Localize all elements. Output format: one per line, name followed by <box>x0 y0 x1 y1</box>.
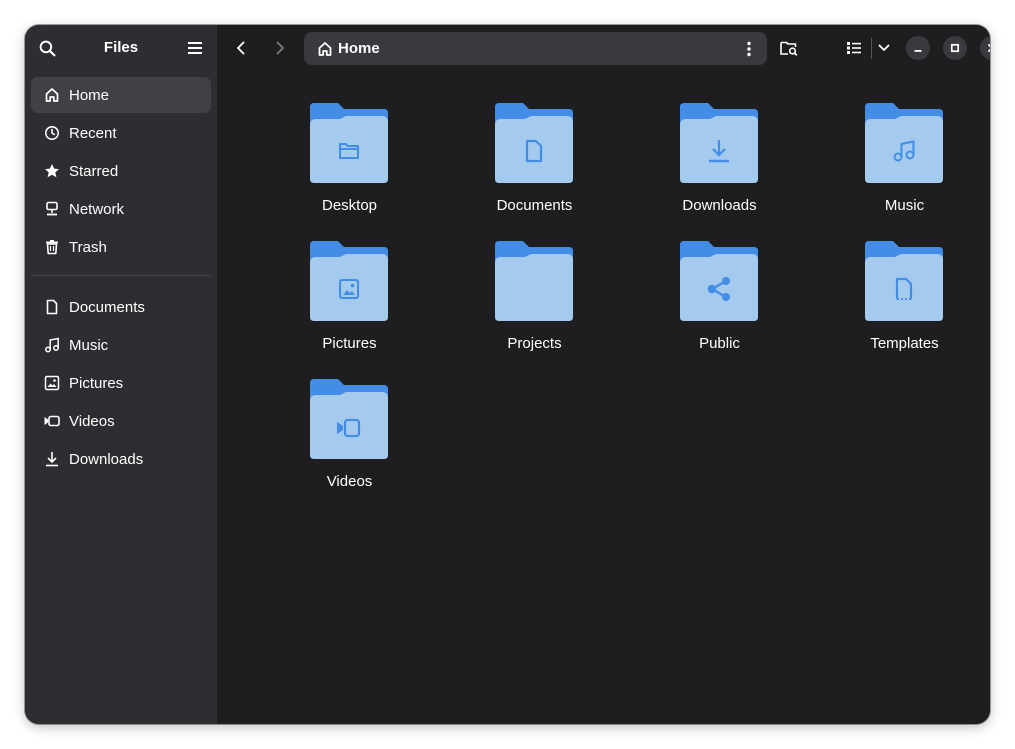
sidebar-item-music[interactable]: Music <box>31 327 211 363</box>
back-button[interactable] <box>224 31 258 65</box>
sidebar: Files Home Recent Starred Network Trash … <box>25 25 217 724</box>
folder-name: Projects <box>507 335 562 352</box>
folder-music[interactable]: Music <box>812 25 990 214</box>
folder-name: Templates <box>870 335 939 352</box>
file-manager-window: Files Home Recent Starred Network Trash … <box>25 25 990 724</box>
sidebar-item-label: Recent <box>69 124 117 142</box>
folder-videos[interactable]: Videos <box>257 301 442 490</box>
folder-name: Public <box>699 335 740 352</box>
music-icon <box>44 337 60 353</box>
sidebar-item-label: Downloads <box>69 450 144 468</box>
video-icon <box>44 413 60 429</box>
folder-templates[interactable]: Templates <box>812 163 990 352</box>
sidebar-item-network[interactable]: Network <box>31 191 211 227</box>
network-icon <box>44 201 60 217</box>
folder-pictures[interactable]: Pictures <box>257 163 442 352</box>
folder-name: Videos <box>326 473 373 490</box>
sidebar-divider <box>31 275 211 276</box>
home-icon <box>44 87 60 103</box>
sidebar-item-trash[interactable]: Trash <box>31 229 211 265</box>
main-menu-button[interactable] <box>178 31 212 65</box>
chevron-left-icon <box>237 41 245 55</box>
folder-public[interactable]: Public <box>627 163 812 352</box>
folder-downloads[interactable]: Downloads <box>627 25 812 214</box>
sidebar-header: Files <box>25 25 217 71</box>
star-icon <box>44 163 60 179</box>
hamburger-menu-icon <box>188 42 202 54</box>
sidebar-item-label: Music <box>69 336 109 354</box>
sidebar-item-downloads[interactable]: Downloads <box>31 441 211 477</box>
sidebar-item-label: Home <box>69 86 110 104</box>
trash-icon <box>44 239 60 255</box>
main-view: Home Desktop Documents Downloads Music P… <box>217 25 990 724</box>
folder-desktop[interactable]: Desktop <box>257 25 442 214</box>
folder-icon <box>310 379 388 459</box>
sidebar-item-starred[interactable]: Starred <box>31 153 211 189</box>
sidebar-item-label: Trash <box>69 238 107 256</box>
folder-documents[interactable]: Documents <box>442 25 627 214</box>
download-icon <box>44 451 60 467</box>
sidebar-item-pictures[interactable]: Pictures <box>31 365 211 401</box>
folder-icon <box>865 241 943 321</box>
sidebar-item-label: Starred <box>69 162 119 180</box>
sidebar-item-label: Pictures <box>69 374 124 392</box>
folder-icon <box>680 241 758 321</box>
sidebar-item-home[interactable]: Home <box>31 77 211 113</box>
sidebar-item-label: Documents <box>69 298 145 316</box>
sidebar-item-videos[interactable]: Videos <box>31 403 211 439</box>
sidebar-item-label: Videos <box>69 412 115 430</box>
sidebar-item-label: Network <box>69 200 125 218</box>
sidebar-item-documents[interactable]: Documents <box>31 289 211 325</box>
sidebar-places: Home Recent Starred Network Trash Docume… <box>31 77 211 479</box>
folder-icon <box>495 241 573 321</box>
document-icon <box>44 299 60 315</box>
clock-icon <box>44 125 60 141</box>
picture-icon <box>44 375 60 391</box>
folder-projects[interactable]: Projects <box>442 163 627 352</box>
sidebar-item-recent[interactable]: Recent <box>31 115 211 151</box>
